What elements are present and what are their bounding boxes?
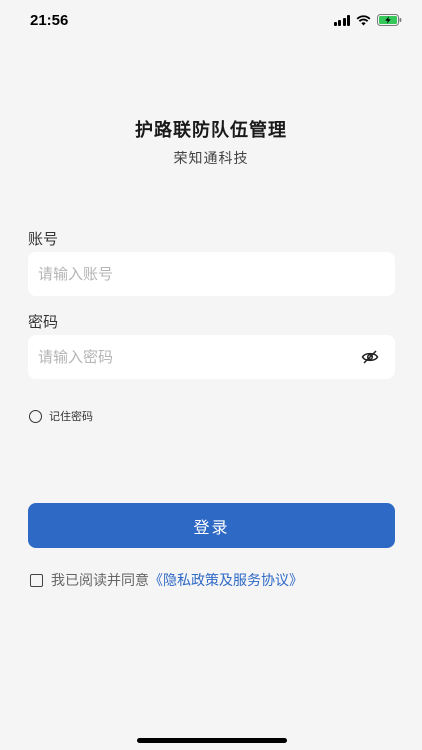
wifi-icon bbox=[356, 14, 371, 26]
remember-password-option[interactable]: 记住密码 bbox=[29, 408, 93, 424]
remember-radio[interactable] bbox=[29, 409, 42, 423]
status-icons bbox=[333, 14, 403, 26]
agreement-row: 我已阅读并同意《隐私政策及服务协议》 bbox=[30, 570, 303, 590]
privacy-policy-link[interactable]: 《隐私政策及服务协议》 bbox=[149, 573, 303, 589]
remember-label: 记住密码 bbox=[49, 410, 93, 423]
eye-off-icon[interactable] bbox=[361, 349, 379, 365]
password-input[interactable] bbox=[28, 335, 395, 379]
account-input[interactable] bbox=[28, 252, 395, 296]
status-time: 21:56 bbox=[30, 12, 69, 29]
login-button[interactable]: 登录 bbox=[28, 503, 395, 548]
password-label: 密码 bbox=[28, 313, 59, 331]
status-bar: 21:56 bbox=[0, 0, 422, 40]
agreement-text: 我已阅读并同意 bbox=[51, 573, 149, 589]
password-field[interactable] bbox=[28, 335, 395, 379]
agreement-checkbox[interactable] bbox=[30, 573, 43, 587]
account-label: 账号 bbox=[28, 230, 59, 248]
app-subtitle: 荣知通科技 bbox=[173, 151, 249, 167]
home-indicator bbox=[137, 738, 287, 743]
cellular-signal-icon bbox=[333, 14, 350, 26]
app-title: 护路联防队伍管理 bbox=[135, 120, 287, 141]
account-field[interactable] bbox=[28, 252, 395, 296]
battery-charging-icon bbox=[377, 14, 402, 26]
